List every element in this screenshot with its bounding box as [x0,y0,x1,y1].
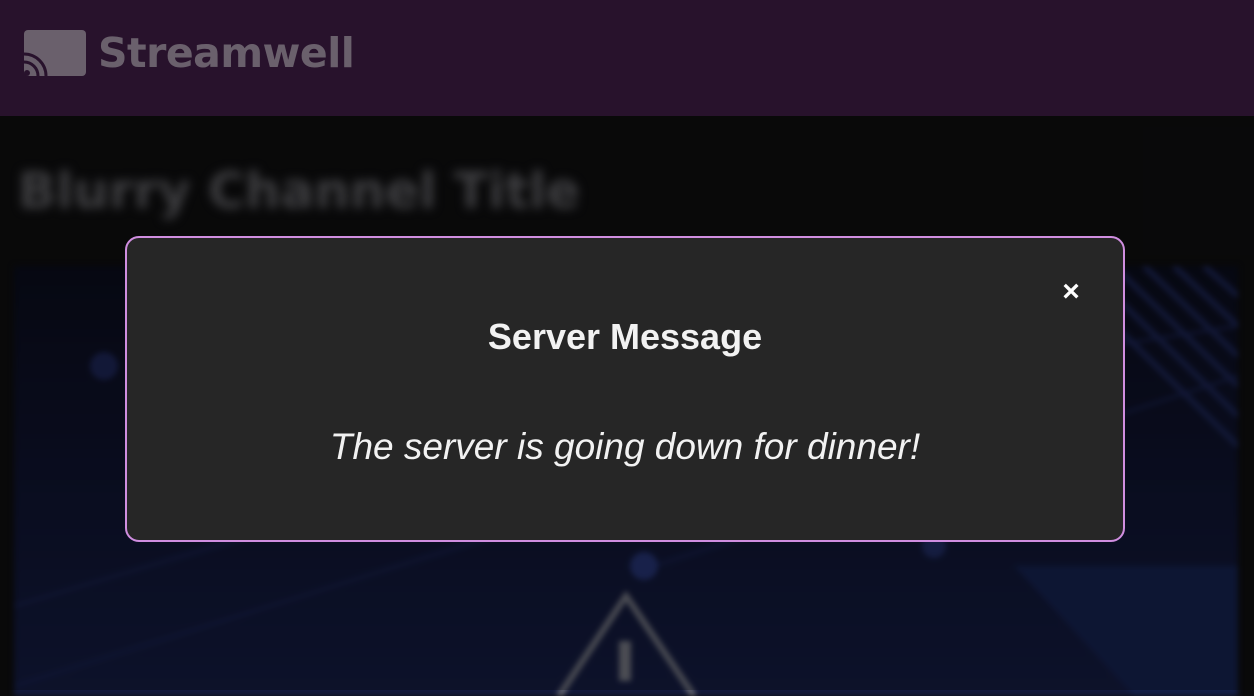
dialog-title: Server Message [487,316,763,357]
server-message-dialog: × Server Message The server is going dow… [125,236,1125,542]
dialog-message: The server is going down for dinner! [329,426,921,467]
close-button[interactable]: × [1059,277,1083,307]
